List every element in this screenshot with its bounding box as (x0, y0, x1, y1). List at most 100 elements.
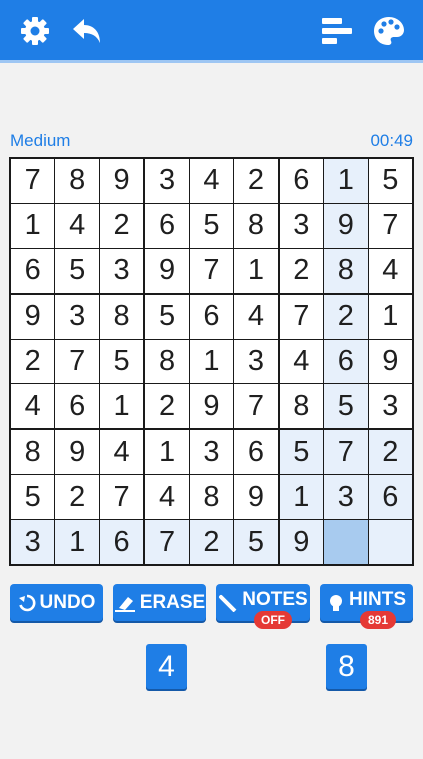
board-cell[interactable]: 6 (55, 384, 99, 429)
board-cell[interactable]: 8 (11, 430, 55, 475)
board-cell[interactable]: 3 (11, 520, 55, 564)
hints-button[interactable]: HINTS 891 (320, 584, 413, 629)
board-cell[interactable]: 9 (11, 294, 55, 339)
board-cell[interactable]: 3 (145, 159, 189, 203)
board-cell[interactable]: 5 (234, 520, 278, 564)
undo-label: UNDO (39, 591, 96, 613)
board-cell[interactable]: 7 (234, 384, 278, 429)
board-cell[interactable]: 7 (11, 159, 55, 203)
board-cell[interactable]: 5 (55, 248, 99, 293)
gear-icon[interactable] (18, 14, 52, 48)
board-cell[interactable]: 7 (145, 520, 189, 564)
board-cell[interactable]: 6 (324, 339, 368, 384)
board-cell[interactable]: 3 (324, 475, 368, 520)
board-cell[interactable]: 2 (145, 384, 189, 429)
erase-button[interactable]: ERASE (113, 584, 206, 621)
board-cell[interactable]: 7 (324, 430, 368, 475)
hints-label: HINTS (349, 588, 406, 610)
board-cell[interactable]: 8 (234, 203, 278, 248)
board-cell[interactable]: 3 (99, 248, 144, 293)
board-cell[interactable]: 1 (234, 248, 278, 293)
board-cell[interactable]: 9 (145, 248, 189, 293)
board-cell[interactable]: 3 (55, 294, 99, 339)
board-cell[interactable]: 9 (234, 475, 278, 520)
board-cell[interactable]: 4 (55, 203, 99, 248)
board-cell[interactable]: 1 (324, 159, 368, 203)
board-cell[interactable]: 4 (11, 384, 55, 429)
board-cell[interactable]: 1 (99, 384, 144, 429)
board-cell[interactable]: 9 (55, 430, 99, 475)
board-cell[interactable]: 2 (99, 203, 144, 248)
board-cell[interactable]: 4 (145, 475, 189, 520)
board-cell[interactable]: 5 (189, 203, 234, 248)
board-cell[interactable]: 1 (279, 475, 324, 520)
board-cell[interactable]: 4 (99, 430, 144, 475)
board-cell[interactable]: 3 (189, 430, 234, 475)
board-cell[interactable]: 8 (145, 339, 189, 384)
board-cell[interactable]: 2 (279, 248, 324, 293)
board-cell[interactable]: 5 (324, 384, 368, 429)
board-cell[interactable]: 7 (189, 248, 234, 293)
board-cell[interactable]: 7 (368, 203, 412, 248)
board-cell[interactable]: 3 (234, 339, 278, 384)
board-cell[interactable]: 4 (279, 339, 324, 384)
notes-state-badge: OFF (254, 611, 292, 629)
board-cell[interactable]: 8 (324, 248, 368, 293)
board-cell[interactable]: 4 (189, 159, 234, 203)
board-cell[interactable]: 8 (189, 475, 234, 520)
board-cell[interactable]: 5 (11, 475, 55, 520)
board-cell[interactable]: 1 (55, 520, 99, 564)
number-pad-4[interactable]: 4 (146, 644, 187, 689)
undo-icon (18, 594, 35, 611)
board-cell[interactable] (368, 520, 412, 564)
board-cell[interactable]: 6 (279, 159, 324, 203)
board-cell[interactable]: 2 (324, 294, 368, 339)
hints-count-badge: 891 (360, 611, 396, 629)
board-cell[interactable]: 2 (234, 159, 278, 203)
number-pad-8[interactable]: 8 (326, 644, 367, 689)
board-cell[interactable]: 5 (368, 159, 412, 203)
bars-icon[interactable] (320, 14, 354, 48)
board-cell[interactable]: 3 (279, 203, 324, 248)
board-cell[interactable]: 5 (279, 430, 324, 475)
board-cell[interactable]: 5 (145, 294, 189, 339)
board-cell[interactable]: 5 (99, 339, 144, 384)
board-cell[interactable]: 6 (99, 520, 144, 564)
board-cell[interactable]: 9 (279, 520, 324, 564)
eraser-icon (114, 596, 135, 612)
board-cell[interactable]: 8 (55, 159, 99, 203)
board-cell[interactable]: 1 (368, 294, 412, 339)
board-cell[interactable]: 6 (145, 203, 189, 248)
board-cell[interactable]: 3 (368, 384, 412, 429)
board-cell[interactable]: 6 (189, 294, 234, 339)
notes-label: NOTES (242, 588, 308, 610)
board-cell[interactable]: 1 (145, 430, 189, 475)
board-cell[interactable]: 7 (279, 294, 324, 339)
board-cell[interactable]: 6 (234, 430, 278, 475)
board-cell[interactable]: 7 (55, 339, 99, 384)
board-cell[interactable]: 8 (99, 294, 144, 339)
undo-button[interactable]: UNDO (10, 584, 103, 621)
notes-button[interactable]: NOTES OFF (216, 584, 310, 629)
undo-arrow-icon[interactable] (70, 14, 104, 48)
palette-icon[interactable] (372, 14, 406, 48)
board-cell[interactable]: 4 (234, 294, 278, 339)
board-cell[interactable]: 2 (11, 339, 55, 384)
board-cell[interactable]: 9 (189, 384, 234, 429)
board-cell[interactable]: 1 (189, 339, 234, 384)
board-cell[interactable]: 6 (11, 248, 55, 293)
sudoku-board: 7893426151426583976539712849385647212758… (9, 157, 414, 566)
board-cell[interactable]: 2 (368, 430, 412, 475)
board-cell[interactable] (324, 520, 368, 564)
board-cell[interactable]: 9 (99, 159, 144, 203)
board-cell[interactable]: 7 (99, 475, 144, 520)
board-cell[interactable]: 4 (368, 248, 412, 293)
board-cell[interactable]: 2 (189, 520, 234, 564)
pencil-icon (219, 594, 237, 612)
board-cell[interactable]: 2 (55, 475, 99, 520)
board-cell[interactable]: 6 (368, 475, 412, 520)
board-cell[interactable]: 9 (324, 203, 368, 248)
board-cell[interactable]: 8 (279, 384, 324, 429)
board-cell[interactable]: 9 (368, 339, 412, 384)
board-cell[interactable]: 1 (11, 203, 55, 248)
